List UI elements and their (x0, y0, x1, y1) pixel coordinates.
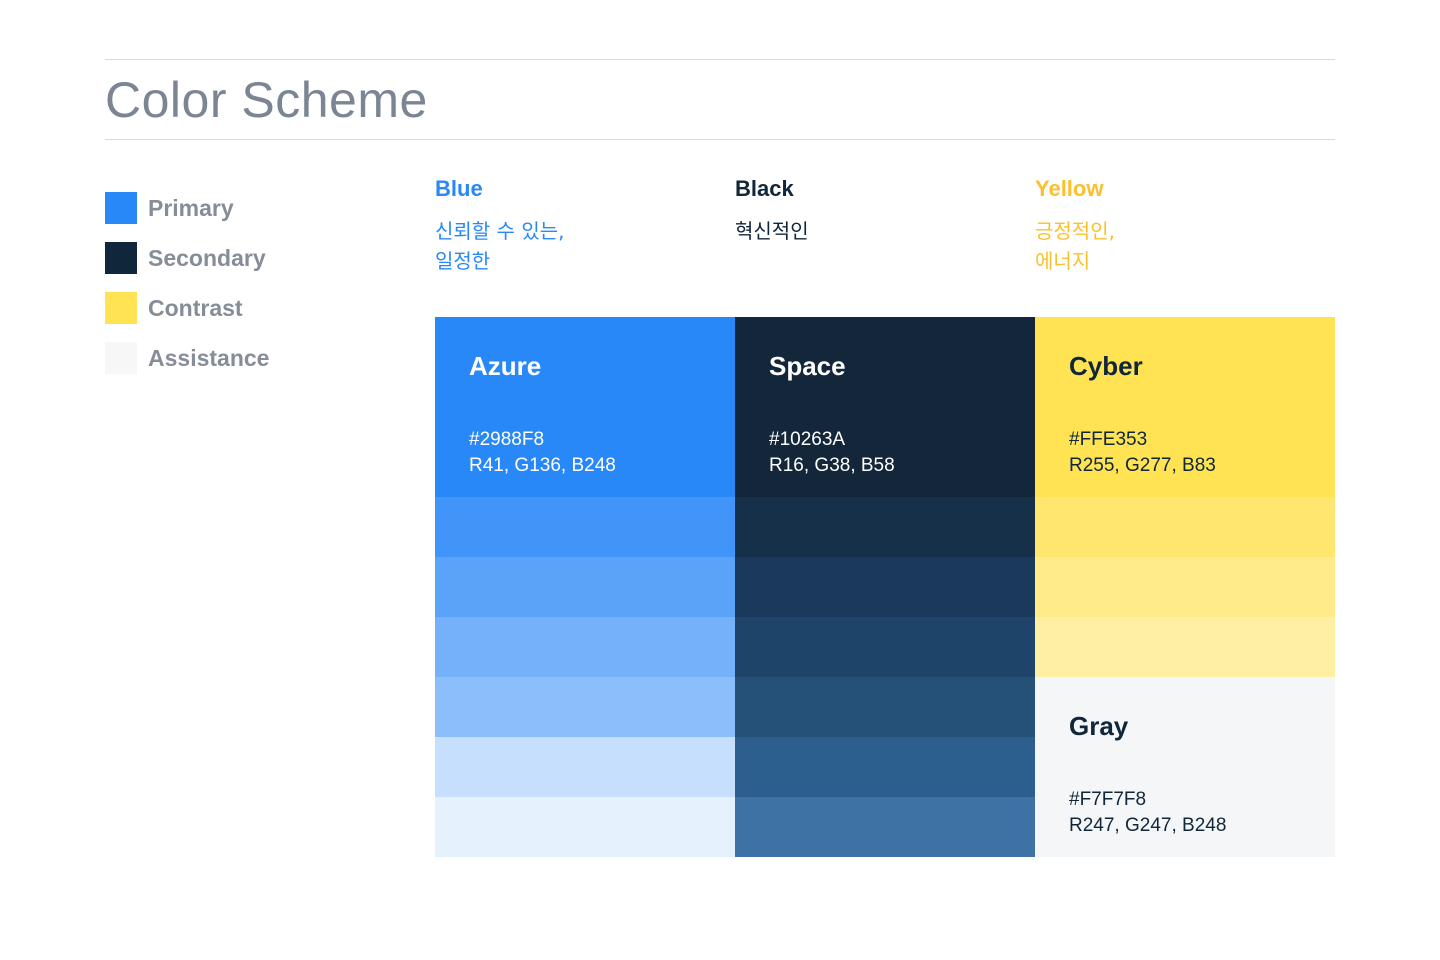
space-shade (735, 497, 1035, 557)
cyber-main-swatch: Cyber #FFE353 R255, G277, B83 (1035, 317, 1335, 497)
azure-shade (435, 677, 735, 737)
swatch-name: Cyber (1069, 351, 1143, 381)
swatch-name: Space (769, 351, 846, 381)
azure-main-swatch: Azure #2988F8 R41, G136, B248 (435, 317, 735, 497)
legend-item-contrast: Contrast (105, 292, 269, 324)
swatch-hex: #10263A (769, 429, 846, 450)
column-name: Blue (435, 176, 483, 201)
column-description: 신뢰할 수 있는, 일정한 (435, 219, 565, 273)
swatch-name: Azure (469, 351, 542, 381)
column-heading-black: Black 혁신적인 (735, 176, 1025, 246)
secondary-swatch (105, 242, 137, 274)
azure-shade (435, 797, 735, 857)
legend-item-secondary: Secondary (105, 242, 269, 274)
legend-label: Contrast (148, 294, 243, 321)
space-shade (735, 737, 1035, 797)
swatch-hex: #2988F8 (469, 429, 545, 450)
top-divider (105, 59, 1335, 60)
space-shade (735, 557, 1035, 617)
swatch-hex: #F7F7F8 (1069, 789, 1147, 810)
cyber-shade (1035, 557, 1335, 617)
space-shade (735, 677, 1035, 737)
legend-item-assistance: Assistance (105, 342, 269, 374)
color-role-legend: Primary Secondary Contrast Assistance (105, 192, 269, 392)
column-heading-blue: Blue 신뢰할 수 있는, 일정한 (435, 176, 725, 276)
azure-shade (435, 737, 735, 797)
contrast-swatch (105, 292, 137, 324)
cyber-shade (1035, 617, 1335, 677)
space-column: Space #10263A R16, G38, B58 (735, 317, 1035, 857)
swatch-name: Gray (1069, 711, 1129, 741)
color-palette: Azure #2988F8 R41, G136, B248 Space #102… (435, 317, 1335, 857)
swatch-rgb: R16, G38, B58 (769, 455, 895, 476)
swatch-rgb: R247, G247, B248 (1069, 815, 1227, 836)
swatch-rgb: R255, G277, B83 (1069, 455, 1216, 476)
cyber-shade (1035, 497, 1335, 557)
column-heading-yellow: Yellow 긍정적인, 에너지 (1035, 176, 1325, 276)
legend-item-primary: Primary (105, 192, 269, 224)
column-description: 긍정적인, 에너지 (1035, 219, 1115, 273)
swatch-rgb: R41, G136, B248 (469, 455, 616, 476)
column-name: Yellow (1035, 176, 1104, 201)
azure-shade (435, 617, 735, 677)
legend-label: Assistance (148, 344, 270, 371)
azure-column: Azure #2988F8 R41, G136, B248 (435, 317, 735, 857)
space-main-swatch: Space #10263A R16, G38, B58 (735, 317, 1035, 497)
space-shade (735, 797, 1035, 857)
space-shade (735, 617, 1035, 677)
legend-label: Primary (148, 194, 234, 221)
cyber-column: Cyber #FFE353 R255, G277, B83 Gray #F7F7… (1035, 317, 1335, 857)
gray-main-swatch: Gray #F7F7F8 R247, G247, B248 (1035, 677, 1335, 857)
azure-shade (435, 497, 735, 557)
column-description: 혁신적인 (735, 219, 809, 243)
assistance-swatch (105, 342, 137, 374)
column-name: Black (735, 176, 794, 201)
swatch-hex: #FFE353 (1069, 429, 1148, 450)
primary-swatch (105, 192, 137, 224)
title-divider (105, 139, 1335, 140)
page-title: Color Scheme (105, 72, 428, 128)
azure-shade (435, 557, 735, 617)
legend-label: Secondary (148, 244, 266, 271)
